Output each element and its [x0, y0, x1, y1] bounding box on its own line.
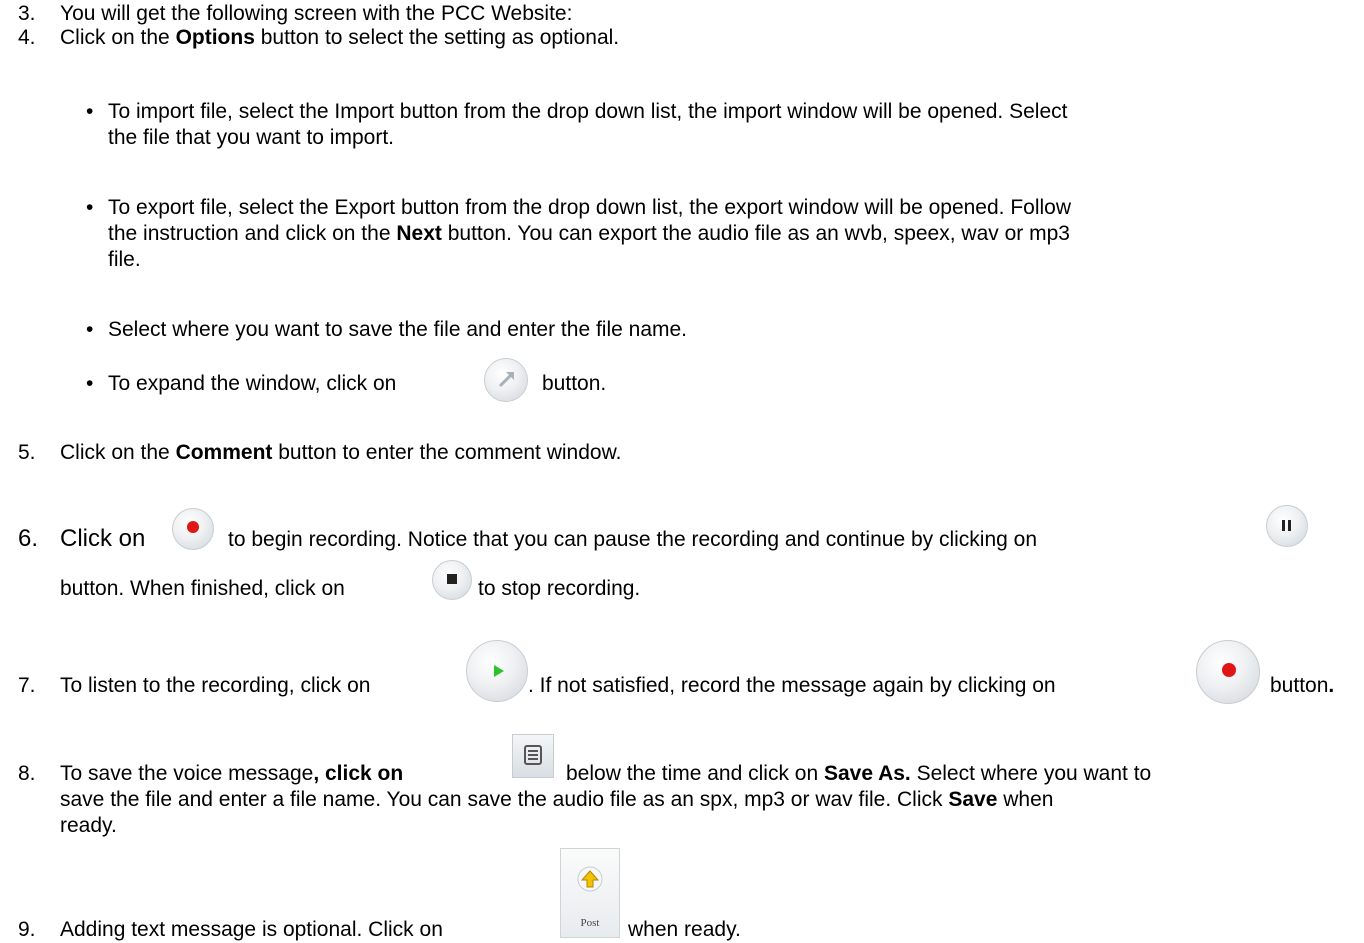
post-button-label: Post	[580, 917, 600, 929]
stop-icon	[432, 560, 472, 600]
step-number: 3.	[18, 2, 36, 25]
bullet-import-cont: the file that you want to import.	[108, 126, 394, 149]
expand-arrow-icon	[484, 358, 528, 402]
step-9-post: when ready.	[628, 918, 741, 941]
bullet-expand-post: button.	[542, 372, 607, 395]
play-icon	[466, 640, 528, 702]
step-8-line2: save the file and enter a file name. You…	[60, 788, 1054, 811]
step-text-pre: Adding text message is optional. Click o…	[60, 918, 443, 941]
step-number: 9.	[18, 918, 36, 941]
step-text-pre: To listen to the recording, click on	[60, 674, 371, 697]
comment-label: Comment	[175, 441, 273, 464]
step-number: 7.	[18, 674, 36, 697]
next-label: Next	[396, 222, 442, 245]
step-number: 5.	[18, 441, 36, 464]
bullet-export-cont2: file.	[108, 248, 141, 271]
bullet-export-cont: the instruction and click on the Next bu…	[108, 222, 1070, 245]
step-text: Click on the Comment button to enter the…	[60, 441, 622, 464]
step-text-pre: Click on	[60, 525, 146, 552]
bullet-import: To import file, select the Import button…	[86, 100, 1067, 124]
step-text: Click on the Options button to select th…	[60, 26, 620, 49]
step-8-line3: ready.	[60, 814, 117, 837]
bullet-save-location: Select where you want to save the file a…	[86, 318, 687, 342]
step-text-pre: To save the voice message, click on	[60, 762, 404, 785]
bullet-export: To export file, select the Export button…	[86, 196, 1071, 220]
step-number: 8.	[18, 762, 36, 785]
bullet-expand: To expand the window, click on	[86, 372, 396, 396]
step-6-line2-post: to stop recording.	[478, 577, 641, 600]
step-number: 6.	[18, 525, 39, 552]
step-8-mid: below the time and click on Save As. Sel…	[566, 762, 1152, 785]
step-7-post: button.	[1270, 674, 1335, 697]
post-upload-icon: Post	[560, 848, 620, 938]
step-6-mid: to begin recording. Notice that you can …	[228, 528, 1038, 551]
pause-icon	[1266, 505, 1308, 547]
step-text: You will get the following screen with t…	[60, 2, 573, 25]
options-label: Options	[175, 26, 255, 49]
step-number: 4.	[18, 26, 36, 49]
record-icon	[1196, 640, 1260, 704]
menu-list-icon	[512, 734, 554, 778]
step-7-mid: . If not satisfied, record the message a…	[528, 674, 1056, 697]
record-icon	[172, 508, 214, 550]
step-6-line2: button. When finished, click on	[60, 577, 345, 600]
